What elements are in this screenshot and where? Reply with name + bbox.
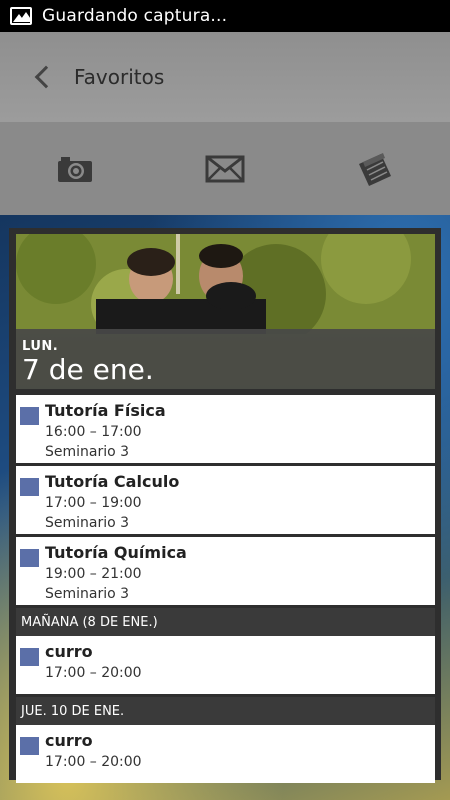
event-time: 17:00 – 19:00 [45, 495, 142, 511]
day-label: LUN. [22, 339, 59, 354]
action-bar: Favoritos [0, 32, 450, 122]
header-photo-image [16, 234, 435, 334]
event-title: Tutoría Química [45, 543, 187, 562]
event-item[interactable]: Tutoría Calculo 17:00 – 19:00 Seminario … [16, 466, 435, 534]
share-bar [0, 122, 450, 215]
back-icon[interactable] [34, 65, 58, 89]
event-location: Seminario 3 [45, 515, 130, 531]
event-title: Tutoría Física [45, 401, 166, 420]
event-title: curro [45, 642, 93, 661]
status-bar: Guardando captura... [0, 0, 450, 32]
status-text: Guardando captura... [42, 6, 228, 26]
date-band: LUN. 7 de ene. [16, 329, 435, 389]
event-time: 17:00 – 20:00 [45, 665, 142, 681]
event-list: Tutoría Física 16:00 – 17:00 Seminario 3… [16, 395, 435, 783]
mail-button[interactable] [195, 139, 255, 199]
event-item[interactable]: Tutoría Química 19:00 – 21:00 Seminario … [16, 537, 435, 605]
calendar-widget[interactable]: LUN. 7 de ene. Tutoría Física 16:00 – 17… [9, 228, 441, 783]
event-title: curro [45, 731, 93, 750]
calendar-color-swatch [20, 407, 39, 425]
event-location: Seminario 3 [45, 444, 130, 460]
event-location: Seminario 3 [45, 586, 130, 602]
camera-button[interactable] [45, 139, 105, 199]
calendar-color-swatch [20, 478, 39, 496]
calendar-color-swatch [20, 737, 39, 755]
action-bar-title[interactable]: Favoritos [74, 65, 164, 89]
event-title: Tutoría Calculo [45, 472, 180, 491]
event-item[interactable]: curro 17:00 – 20:00 [16, 636, 435, 694]
event-time: 19:00 – 21:00 [45, 566, 142, 582]
book-button[interactable] [345, 139, 405, 199]
event-time: 16:00 – 17:00 [45, 424, 142, 440]
camera-icon [58, 156, 92, 182]
date-label: 7 de ene. [22, 353, 154, 386]
header-photo: LUN. 7 de ene. [16, 234, 435, 389]
calendar-color-swatch [20, 648, 39, 666]
calendar-color-swatch [20, 549, 39, 567]
event-item[interactable]: Tutoría Física 16:00 – 17:00 Seminario 3 [16, 395, 435, 463]
mail-icon [205, 155, 245, 182]
event-item[interactable]: curro 17:00 – 20:00 [16, 725, 435, 783]
book-icon [359, 152, 391, 186]
event-time: 17:00 – 20:00 [45, 754, 142, 770]
day-section-header: MAÑANA (8 DE ENE.) [16, 605, 435, 636]
day-section-header: JUE. 10 DE ENE. [16, 694, 435, 725]
gallery-icon [10, 7, 32, 25]
